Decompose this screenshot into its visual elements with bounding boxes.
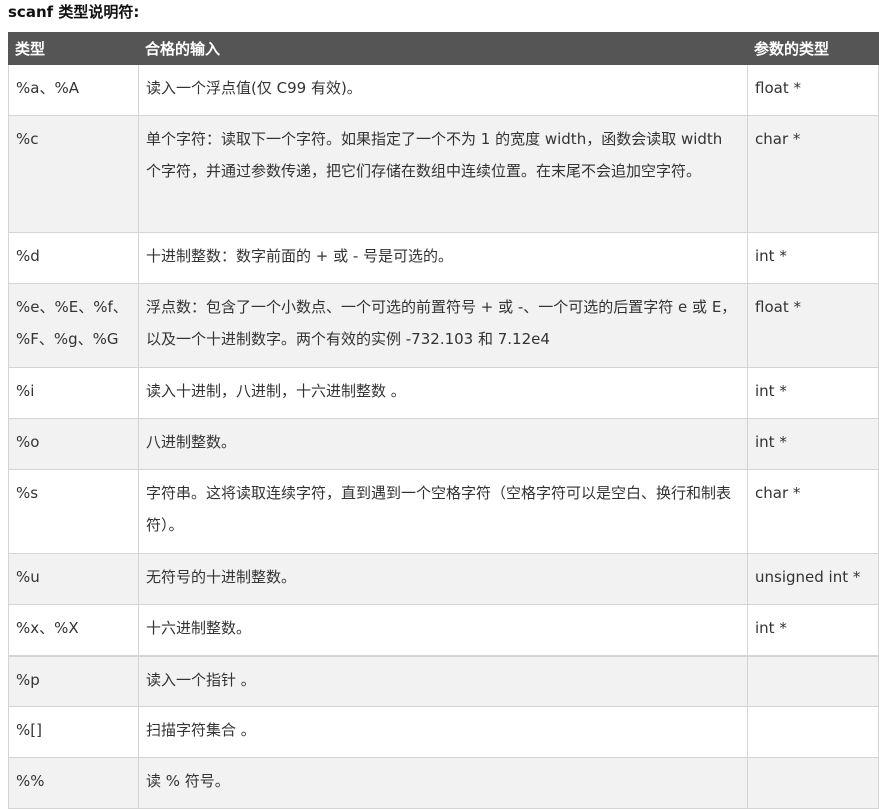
table-row: %s 字符串。这将读取连续字符，直到遇到一个空格字符（空格字符可以是空白、换行和…	[8, 469, 879, 554]
cell-arg: int *	[747, 232, 879, 284]
cell-arg: int *	[747, 418, 879, 470]
cell-input: 读入一个指针 。	[138, 654, 748, 707]
table-row: %i 读入十进制，八进制，十六进制整数 。 int *	[8, 367, 879, 419]
cell-arg: int *	[747, 367, 879, 419]
table-row: %x、%X 十六进制整数。 int *	[8, 604, 879, 656]
cell-type: %u	[8, 553, 139, 605]
cell-type: %i	[8, 367, 139, 419]
cell-arg	[747, 706, 879, 758]
cell-input: 扫描字符集合 。	[138, 706, 748, 758]
table-row: %[] 扫描字符集合 。	[8, 706, 879, 758]
table-row: %d 十进制整数：数字前面的 + 或 - 号是可选的。 int *	[8, 232, 879, 284]
cell-type: %o	[8, 418, 139, 470]
cell-arg: unsigned int *	[747, 553, 879, 605]
table-row: %e、%E、%f、%F、%g、%G 浮点数：包含了一个小数点、一个可选的前置符号…	[8, 283, 879, 368]
cell-type: %[]	[8, 706, 139, 758]
table-row: %a、%A 读入一个浮点值(仅 C99 有效)。 float *	[8, 64, 879, 116]
table-header-row: 类型 合格的输入 参数的类型	[8, 32, 879, 65]
cell-type: %d	[8, 232, 139, 284]
table-row: %% 读 % 符号。	[8, 757, 879, 809]
cell-arg: char *	[747, 469, 879, 554]
cell-type: %a、%A	[8, 64, 139, 116]
scanf-specifier-table: 类型 合格的输入 参数的类型 %a、%A 读入一个浮点值(仅 C99 有效)。 …	[8, 32, 879, 809]
cell-input: 读入十进制，八进制，十六进制整数 。	[138, 367, 748, 419]
cell-arg: float *	[747, 64, 879, 116]
column-header-type: 类型	[8, 32, 139, 65]
cell-input: 字符串。这将读取连续字符，直到遇到一个空格字符（空格字符可以是空白、换行和制表符…	[138, 469, 748, 554]
cell-arg	[747, 654, 879, 707]
cell-type: %%	[8, 757, 139, 809]
table-row: %u 无符号的十进制整数。 unsigned int *	[8, 553, 879, 605]
page: scanf 类型说明符: 类型 合格的输入 参数的类型 %a、%A 读入一个浮点…	[0, 0, 879, 809]
cell-input: 十进制整数：数字前面的 + 或 - 号是可选的。	[138, 232, 748, 284]
cell-arg: float *	[747, 283, 879, 368]
table-row: %o 八进制整数。 int *	[8, 418, 879, 470]
cell-arg: char *	[747, 115, 879, 233]
cell-arg: int *	[747, 604, 879, 656]
column-header-arg: 参数的类型	[747, 32, 879, 65]
table-row: %c 单个字符：读取下一个字符。如果指定了一个不为 1 的宽度 width，函数…	[8, 115, 879, 233]
cell-input: 浮点数：包含了一个小数点、一个可选的前置符号 + 或 -、一个可选的后置字符 e…	[138, 283, 748, 368]
cell-type: %e、%E、%f、%F、%g、%G	[8, 283, 139, 368]
cell-input: 十六进制整数。	[138, 604, 748, 656]
cell-type: %p	[8, 654, 139, 707]
cell-input: 单个字符：读取下一个字符。如果指定了一个不为 1 的宽度 width，函数会读取…	[138, 115, 748, 233]
section-heading: scanf 类型说明符:	[8, 3, 140, 21]
column-header-input: 合格的输入	[138, 32, 748, 65]
table-row: %p 读入一个指针 。	[8, 654, 879, 707]
cell-input: 八进制整数。	[138, 418, 748, 470]
cell-arg	[747, 757, 879, 809]
cell-type: %s	[8, 469, 139, 554]
cell-type: %c	[8, 115, 139, 233]
cell-type: %x、%X	[8, 604, 139, 656]
cell-input: 无符号的十进制整数。	[138, 553, 748, 605]
cell-input: 读入一个浮点值(仅 C99 有效)。	[138, 64, 748, 116]
cell-input: 读 % 符号。	[138, 757, 748, 809]
